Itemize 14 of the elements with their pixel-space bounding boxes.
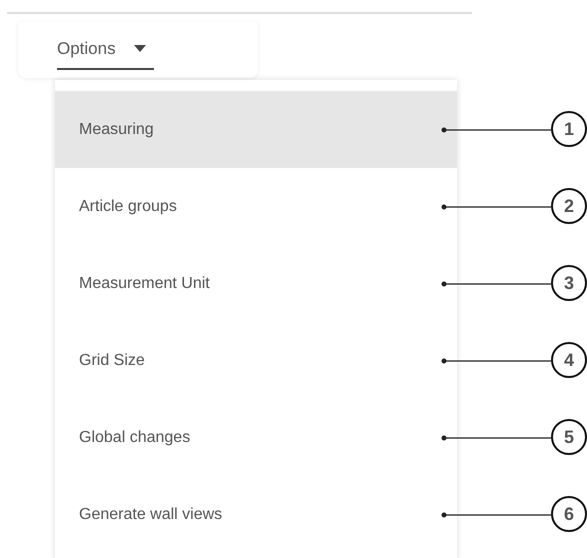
menu-item[interactable]: Measuring	[55, 91, 457, 168]
number-marker: 5	[551, 419, 587, 455]
menu-item[interactable]: Grid Size	[55, 322, 457, 399]
menu-item[interactable]: Measurement Unit	[55, 245, 457, 322]
menu-item[interactable]: Generate wall views	[55, 476, 457, 553]
number-marker: 4	[551, 342, 587, 378]
number-marker: 3	[551, 265, 587, 301]
menu-item[interactable]: Article groups	[55, 168, 457, 245]
number-marker: 1	[551, 111, 587, 147]
number-marker: 2	[551, 188, 587, 224]
menu-item[interactable]: Global changes	[55, 399, 457, 476]
caret-icon	[134, 45, 146, 52]
number-marker: 6	[551, 496, 587, 532]
options-dropdown-tab[interactable]: Options	[57, 36, 154, 70]
